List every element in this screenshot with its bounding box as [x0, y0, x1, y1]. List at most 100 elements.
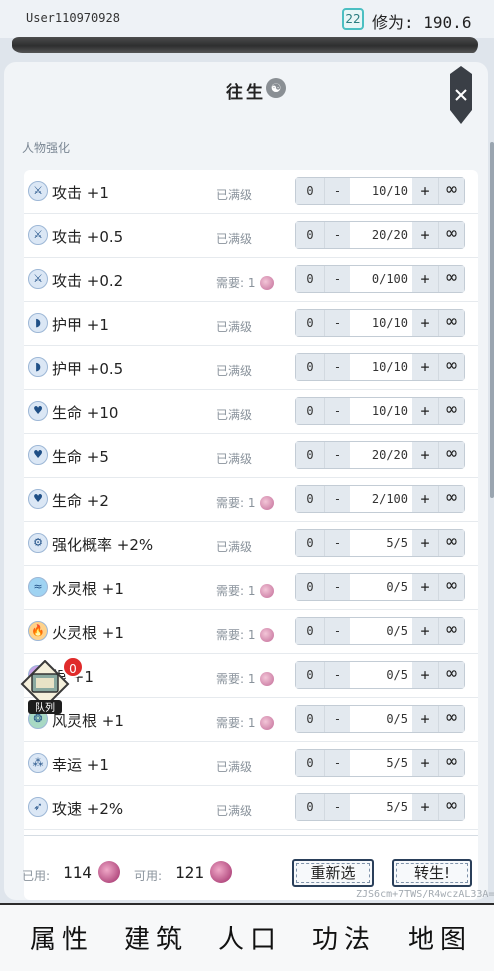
set-max-button[interactable]: ∞: [438, 398, 464, 424]
decrement-button[interactable]: -: [324, 266, 350, 292]
increment-button[interactable]: +: [412, 750, 438, 776]
nav-skills[interactable]: 功法: [312, 919, 376, 956]
set-min-button[interactable]: 0: [296, 794, 324, 820]
heart-icon: ♥: [28, 445, 48, 465]
increment-button[interactable]: +: [412, 222, 438, 248]
set-min-button[interactable]: 0: [296, 662, 324, 688]
status-text: 需要:: [216, 276, 245, 290]
set-min-button[interactable]: 0: [296, 266, 324, 292]
upgrade-name: 生命 +10: [52, 404, 119, 422]
heart-icon: ♥: [28, 489, 48, 509]
upgrade-row: ⚔ 攻击 +1 已满级 0- 10/10 + ∞: [24, 170, 478, 214]
increment-button[interactable]: +: [412, 442, 438, 468]
set-min-button[interactable]: 0: [296, 574, 324, 600]
set-max-button[interactable]: ∞: [438, 662, 464, 688]
set-max-button[interactable]: ∞: [438, 178, 464, 204]
set-min-button[interactable]: 0: [296, 398, 324, 424]
decrement-button[interactable]: -: [324, 486, 350, 512]
upgrade-status: 已满级: [216, 758, 252, 775]
set-min-button[interactable]: 0: [296, 486, 324, 512]
level-value: 0/5: [386, 624, 408, 638]
decrement-button[interactable]: -: [324, 662, 350, 688]
set-min-button[interactable]: 0: [296, 354, 324, 380]
status-text: 已满级: [216, 452, 253, 466]
level-value: 0/5: [386, 668, 408, 682]
level-value: 2/100: [371, 492, 408, 506]
increment-button[interactable]: +: [412, 178, 438, 204]
decrement-button[interactable]: -: [324, 530, 350, 556]
increment-button[interactable]: +: [412, 794, 438, 820]
nav-attributes[interactable]: 属性: [30, 919, 94, 956]
set-max-button[interactable]: ∞: [438, 222, 464, 248]
close-banner-icon[interactable]: [446, 66, 476, 126]
increment-button[interactable]: +: [412, 266, 438, 292]
water-icon: ≈: [28, 577, 48, 597]
level-value: 0/5: [386, 712, 408, 726]
level-stepper: 0- 5/5 + ∞: [295, 749, 465, 777]
upgrade-name: 生命 +5: [52, 448, 109, 466]
increment-button[interactable]: +: [412, 530, 438, 556]
level-stepper: 0- 5/5 + ∞: [295, 529, 465, 557]
decrement-button[interactable]: -: [324, 222, 350, 248]
set-max-button[interactable]: ∞: [438, 794, 464, 820]
set-max-button[interactable]: ∞: [438, 706, 464, 732]
set-max-button[interactable]: ∞: [438, 530, 464, 556]
increment-button[interactable]: +: [412, 398, 438, 424]
decrement-button[interactable]: -: [324, 574, 350, 600]
decrement-button[interactable]: -: [324, 178, 350, 204]
top-bar: User110970928 22 修为: 190.6: [0, 0, 494, 38]
increment-button[interactable]: +: [412, 618, 438, 644]
nav-population[interactable]: 人口: [218, 919, 282, 956]
decrement-button[interactable]: -: [324, 310, 350, 336]
upgrade-name: 强化概率 +2%: [52, 536, 154, 554]
set-min-button[interactable]: 0: [296, 442, 324, 468]
soul-coin-icon: [259, 672, 274, 686]
decrement-button[interactable]: -: [324, 706, 350, 732]
reincarnate-button[interactable]: 转生!: [392, 859, 472, 887]
scrollbar[interactable]: [490, 142, 494, 498]
increment-button[interactable]: +: [412, 310, 438, 336]
level-stepper: 0- 0/5 + ∞: [295, 617, 465, 645]
upgrade-status: 已满级: [216, 538, 252, 555]
set-max-button[interactable]: ∞: [438, 266, 464, 292]
increment-button[interactable]: +: [412, 486, 438, 512]
upgrade-row: ⚔ 攻击 +0.5 已满级 0- 20/20 + ∞: [24, 214, 478, 258]
set-min-button[interactable]: 0: [296, 706, 324, 732]
increment-button[interactable]: +: [412, 706, 438, 732]
upgrade-row: ❂ 风灵根 +1 需要: 1 0-0/5 + ∞: [24, 698, 478, 742]
set-max-button[interactable]: ∞: [438, 354, 464, 380]
set-min-button[interactable]: 0: [296, 222, 324, 248]
decrement-button[interactable]: -: [324, 750, 350, 776]
upgrade-row: ♥ 生命 +10 已满级 0- 10/10 + ∞: [24, 390, 478, 434]
cultivation-display: 修为: 190.6: [372, 9, 471, 33]
set-min-button[interactable]: 0: [296, 530, 324, 556]
set-min-button[interactable]: 0: [296, 178, 324, 204]
upgrade-row: ⚔ 攻击 +0.2 需要: 1 0- 0/100 + ∞: [24, 258, 478, 302]
cost-value: 1: [247, 496, 256, 510]
upgrade-status: 已满级: [216, 802, 252, 819]
set-min-button[interactable]: 0: [296, 618, 324, 644]
fire-icon: 🔥: [28, 621, 48, 641]
nav-map[interactable]: 地图: [408, 919, 472, 956]
upgrade-row: ◗ 护甲 +0.5 已满级 0- 10/10 + ∞: [24, 346, 478, 390]
decrement-button[interactable]: -: [324, 442, 350, 468]
decrement-button[interactable]: -: [324, 354, 350, 380]
decrement-button[interactable]: -: [324, 398, 350, 424]
set-max-button[interactable]: ∞: [438, 486, 464, 512]
reselect-button[interactable]: 重新选: [292, 859, 374, 887]
set-max-button[interactable]: ∞: [438, 618, 464, 644]
increment-button[interactable]: +: [412, 574, 438, 600]
set-max-button[interactable]: ∞: [438, 310, 464, 336]
set-max-button[interactable]: ∞: [438, 574, 464, 600]
set-max-button[interactable]: ∞: [438, 442, 464, 468]
increment-button[interactable]: +: [412, 354, 438, 380]
decrement-button[interactable]: -: [324, 794, 350, 820]
increment-button[interactable]: +: [412, 662, 438, 688]
set-max-button[interactable]: ∞: [438, 750, 464, 776]
set-min-button[interactable]: 0: [296, 750, 324, 776]
upgrade-row: ⁂ 幸运 +1 已满级 0- 5/5 + ∞: [24, 742, 478, 786]
nav-buildings[interactable]: 建筑: [117, 919, 188, 965]
set-min-button[interactable]: 0: [296, 310, 324, 336]
decrement-button[interactable]: -: [324, 618, 350, 644]
level-badge[interactable]: 22: [342, 8, 364, 30]
